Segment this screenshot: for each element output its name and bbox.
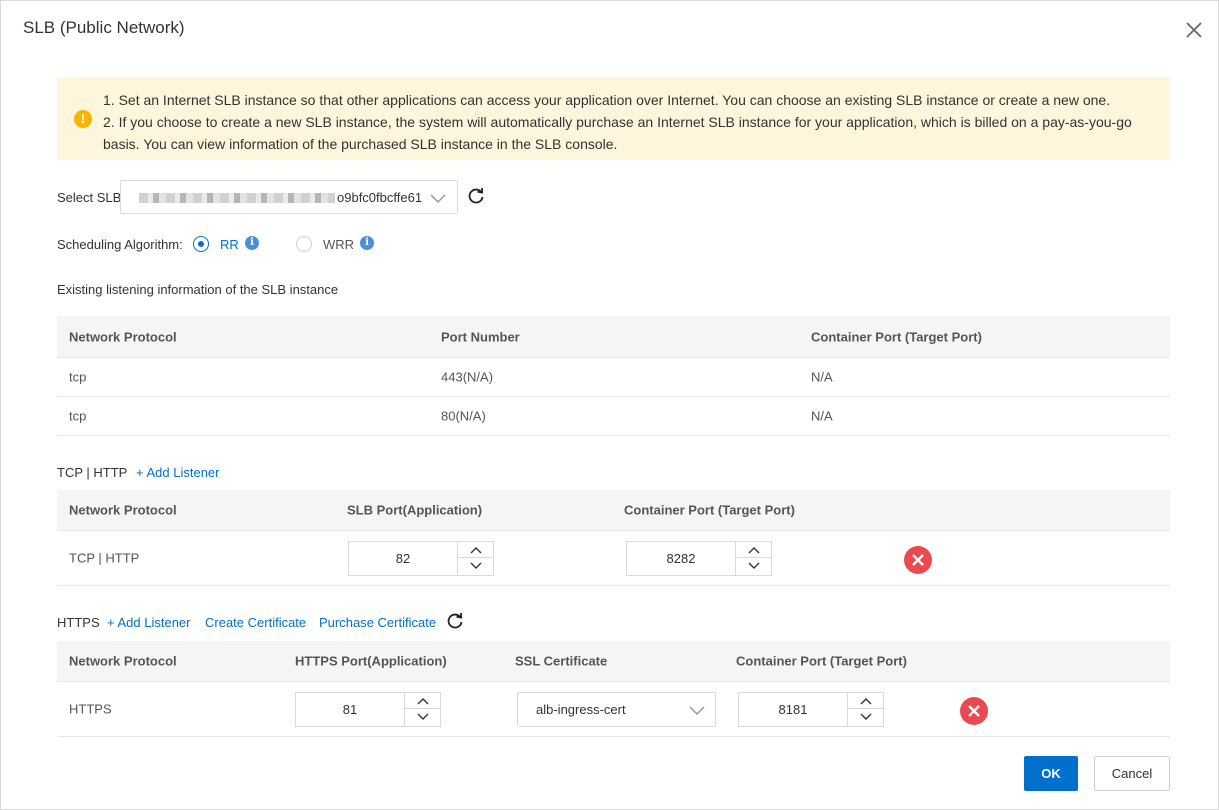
info-icon[interactable]: i — [360, 236, 374, 250]
https-port-value[interactable]: 81 — [296, 693, 404, 726]
https-add-listener-link[interactable]: + Add Listener — [107, 615, 190, 630]
decrement-button[interactable] — [405, 709, 441, 725]
notice-line-1: 1. Set an Internet SLB instance so that … — [103, 92, 1111, 108]
slb-port-value[interactable]: 82 — [349, 542, 457, 575]
existing-table-header: Network Protocol Port Number Container P… — [57, 316, 1170, 358]
slb-port-stepper[interactable]: 82 — [348, 541, 494, 576]
slb-select-value: o9bfc0fbcffe61 — [337, 190, 423, 205]
slb-select[interactable]: o9bfc0fbcffe61 — [120, 180, 458, 214]
table-row: tcp 443(N/A) N/A — [57, 358, 1170, 397]
close-icon[interactable] — [1181, 17, 1207, 43]
chevron-down-icon — [430, 194, 446, 204]
column-header: Network Protocol — [69, 329, 177, 344]
column-header: Container Port (Target Port) — [811, 329, 982, 344]
chevron-down-icon — [470, 562, 482, 569]
column-header: Network Protocol — [69, 502, 177, 518]
radio-wrr-label[interactable]: WRR — [323, 237, 354, 252]
column-header: Network Protocol — [69, 653, 177, 669]
ok-button[interactable]: OK — [1024, 756, 1078, 791]
masked-slb-id — [139, 193, 335, 203]
scheduling-label: Scheduling Algorithm: — [57, 237, 183, 252]
protocol-cell: TCP | HTTP — [69, 550, 140, 566]
ssl-certificate-select[interactable]: alb-ingress-cert — [517, 692, 716, 727]
protocol-cell: HTTPS — [69, 701, 112, 717]
tcp-table-header: Network Protocol SLB Port(Application) C… — [57, 490, 1170, 531]
existing-heading: Existing listening information of the SL… — [57, 282, 339, 297]
column-header: Container Port (Target Port) — [624, 502, 795, 518]
table-row: tcp 80(N/A) N/A — [57, 397, 1170, 436]
https-container-port-stepper[interactable]: 8181 — [738, 692, 884, 727]
delete-https-listener-icon[interactable] — [960, 697, 988, 725]
chevron-down-icon — [689, 706, 705, 716]
https-table-header: Network Protocol HTTPS Port(Application)… — [57, 641, 1170, 682]
radio-rr-label[interactable]: RR — [220, 237, 239, 252]
column-header: Port Number — [441, 329, 520, 344]
table-row: TCP | HTTP — [57, 531, 1170, 586]
chevron-down-icon — [748, 562, 760, 569]
table-cell: tcp — [69, 369, 87, 385]
increment-button[interactable] — [458, 542, 494, 558]
info-icon[interactable]: i — [245, 236, 259, 250]
delete-tcp-listener-icon[interactable] — [904, 546, 932, 574]
table-cell: 443(N/A) — [441, 369, 494, 385]
increment-button[interactable] — [848, 693, 884, 709]
chevron-up-icon — [860, 698, 872, 705]
chevron-up-icon — [417, 698, 429, 705]
chevron-up-icon — [748, 547, 760, 554]
radio-wrr[interactable] — [296, 236, 312, 252]
purchase-certificate-link[interactable]: Purchase Certificate — [319, 615, 436, 630]
container-port-value[interactable]: 8282 — [627, 542, 735, 575]
table-cell: N/A — [811, 408, 833, 424]
https-port-stepper[interactable]: 81 — [295, 692, 441, 727]
column-header: Container Port (Target Port) — [736, 653, 907, 669]
chevron-down-icon — [417, 713, 429, 720]
slb-dialog: SLB (Public Network) ! 1. Set an Interne… — [0, 0, 1219, 810]
increment-button[interactable] — [405, 693, 441, 709]
increment-button[interactable] — [736, 542, 772, 558]
table-cell: N/A — [811, 369, 833, 385]
chevron-down-icon — [860, 713, 872, 720]
column-header: SLB Port(Application) — [347, 502, 483, 518]
decrement-button[interactable] — [736, 558, 772, 574]
ssl-certificate-value: alb-ingress-cert — [536, 702, 626, 717]
tcp-add-listener-link[interactable]: + Add Listener — [136, 465, 219, 480]
warning-icon: ! — [74, 110, 92, 128]
column-header: SSL Certificate — [515, 653, 608, 669]
table-cell: tcp — [69, 408, 87, 424]
container-port-stepper[interactable]: 8282 — [626, 541, 772, 576]
decrement-button[interactable] — [458, 558, 494, 574]
select-slb-label: Select SLB: — [57, 190, 125, 205]
notice-banner: ! 1. Set an Internet SLB instance so tha… — [57, 77, 1170, 160]
tcp-http-heading: TCP | HTTP — [57, 465, 128, 480]
cancel-button[interactable]: Cancel — [1094, 756, 1170, 791]
https-heading: HTTPS — [57, 615, 100, 630]
refresh-certificate-icon[interactable] — [446, 612, 464, 630]
table-cell: 80(N/A) — [441, 408, 486, 424]
create-certificate-link[interactable]: Create Certificate — [205, 615, 306, 630]
notice-line-2: 2. If you choose to create a new SLB ins… — [103, 114, 1132, 152]
decrement-button[interactable] — [848, 709, 884, 725]
radio-rr[interactable] — [193, 236, 209, 252]
column-header: HTTPS Port(Application) — [295, 653, 447, 669]
refresh-slb-icon[interactable] — [467, 187, 485, 205]
chevron-up-icon — [470, 547, 482, 554]
dialog-title: SLB (Public Network) — [23, 18, 185, 37]
https-container-port-value[interactable]: 8181 — [739, 693, 847, 726]
